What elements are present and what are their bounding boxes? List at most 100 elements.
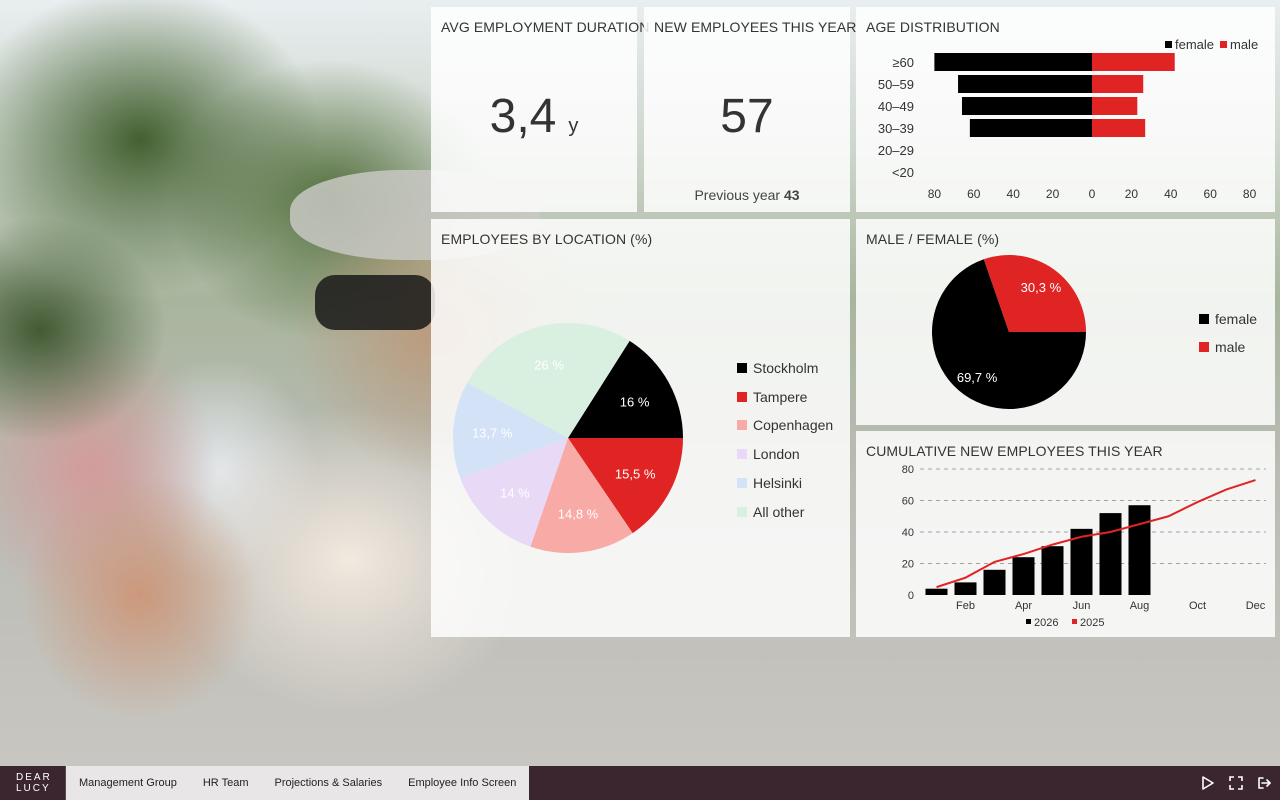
- bar-2026: [1041, 546, 1064, 595]
- legend-label: female: [1215, 311, 1258, 327]
- pie-slice-label: 69,7 %: [957, 370, 998, 385]
- bar-2026: [983, 569, 1006, 595]
- legend-label: Stockholm: [753, 360, 819, 376]
- bar-2026: [954, 582, 977, 595]
- kpi-number: 3,4: [489, 90, 557, 143]
- kpi-unit: y: [568, 115, 579, 137]
- cumulative-new-employees-panel: CUMULATIVE NEW EMPLOYEES THIS YEAR 0 20 40…: [856, 431, 1275, 637]
- y-axis-tick-label: 0: [908, 590, 914, 602]
- previous-year-value: 43: [783, 187, 800, 203]
- age-axis-tick-label: 80: [928, 187, 942, 201]
- bottom-navigation-bar: DEAR LUCY Management Group HR Team Proje…: [0, 766, 1280, 800]
- legend-swatch-male: [1220, 41, 1227, 48]
- legend-label-2025: 2025: [1080, 617, 1104, 629]
- cumulative-chart: 0 20 40 60 80 Feb Apr Jun Aug Oct Dec 2026 2025: [902, 464, 1266, 629]
- male-bar: [1092, 119, 1146, 137]
- y-axis-tick-label: 40: [902, 527, 914, 539]
- x-axis-tick-label: Apr: [1015, 600, 1032, 612]
- exit-icon[interactable]: [1256, 775, 1272, 791]
- tab-projections-salaries[interactable]: Projections & Salaries: [262, 766, 396, 800]
- female-bar: [961, 97, 1092, 115]
- pie-slice-label: 15,5 %: [615, 467, 656, 482]
- male-female-panel: MALE / FEMALE (%) 69,7 % 30,3 % female mal…: [856, 219, 1275, 425]
- kpi-value: 57: [644, 89, 850, 144]
- legend-swatch-female: [1165, 41, 1172, 48]
- legend-label: All other: [753, 503, 805, 520]
- female-bar: [969, 119, 1092, 137]
- legend-item: Tampere: [737, 389, 807, 405]
- legend-item: male: [1199, 339, 1245, 355]
- age-distribution-chart: ≥60 50–59 40–49 30–39 20–29 <20 80 60 40 20 0 20 40 6…: [878, 37, 1258, 201]
- y-axis-tick-label: 80: [902, 464, 914, 476]
- playback-controls: [1200, 766, 1280, 800]
- kpi-value: 3,4 y: [431, 89, 637, 144]
- x-axis-tick-label: Jun: [1073, 600, 1091, 612]
- age-axis-tick-label: 40: [1007, 187, 1021, 201]
- new-employees-panel: NEW EMPLOYEES THIS YEAR 57 Previous year…: [644, 7, 856, 212]
- x-axis-tick-label: Dec: [1246, 600, 1266, 612]
- pie-slice-label: 30,3 %: [1021, 280, 1062, 295]
- bar-2026: [1099, 513, 1122, 595]
- legend-label: London: [753, 446, 800, 463]
- legend-label: Tampere: [753, 388, 808, 405]
- legend-swatch: [1199, 314, 1209, 324]
- screen-tabs: Management Group HR Team Projections & S…: [66, 766, 530, 800]
- y-axis-tick-label: 20: [902, 559, 914, 571]
- age-category-label: <20: [892, 165, 914, 180]
- age-axis-tick-label: 0: [1089, 187, 1096, 201]
- avg-employment-duration-panel: AVG EMPLOYMENT DURATION 3,4 y: [431, 7, 649, 212]
- previous-year-label: Previous year: [694, 187, 781, 203]
- legend-swatch-2026: [1026, 619, 1031, 624]
- age-category-label: 50–59: [878, 77, 914, 92]
- age-axis-tick-label: 80: [1243, 187, 1257, 201]
- legend-label-2026: 2026: [1034, 617, 1058, 629]
- age-axis-tick-label: 60: [967, 187, 981, 201]
- tab-hr-team[interactable]: HR Team: [190, 766, 262, 800]
- legend-swatch: [1199, 342, 1209, 352]
- legend-label: Helsinki: [753, 474, 803, 491]
- age-category-label: 40–49: [878, 99, 914, 114]
- legend-item: Helsinki: [737, 475, 802, 491]
- play-icon[interactable]: [1200, 775, 1216, 791]
- age-axis-tick-label: 20: [1125, 187, 1139, 201]
- age-distribution-panel: AGE DISTRIBUTION ≥60 50–59 40–49 30–39 20–29…: [856, 7, 1275, 212]
- legend-item: female: [1199, 311, 1257, 327]
- age-category-label: 20–29: [878, 143, 914, 158]
- fullscreen-icon[interactable]: [1228, 775, 1244, 791]
- legend-swatch: [737, 363, 747, 373]
- legend-item: London: [737, 446, 800, 462]
- female-bar: [934, 53, 1092, 71]
- age-axis-tick-label: 20: [1046, 187, 1060, 201]
- pie-slice-label: 16 %: [620, 394, 650, 409]
- age-axis-tick-label: 60: [1204, 187, 1218, 201]
- background-photo-detail: [20, 470, 260, 720]
- bar-2026: [1012, 557, 1035, 595]
- x-axis-tick-label: Feb: [956, 600, 975, 612]
- tab-employee-info-screen[interactable]: Employee Info Screen: [395, 766, 529, 800]
- legend-label-male: male: [1230, 37, 1258, 52]
- legend-label-female: female: [1175, 37, 1214, 52]
- legend-item: Copenhagen: [737, 417, 833, 433]
- pie-slice-label: 14,8 %: [558, 506, 599, 521]
- male-bar: [1092, 53, 1175, 71]
- legend-swatch: [737, 391, 747, 402]
- pie-slice-label: 26 %: [534, 357, 564, 372]
- dear-lucy-logo[interactable]: DEAR LUCY: [0, 766, 66, 800]
- legend-label: male: [1215, 339, 1246, 355]
- kpi-number: 57: [720, 90, 774, 143]
- legend-swatch: [737, 506, 747, 517]
- y-axis-tick-label: 60: [902, 496, 914, 508]
- age-axis-tick-label: 40: [1164, 187, 1178, 201]
- legend-item: All other: [737, 504, 804, 520]
- legend-swatch-2025: [1072, 619, 1077, 624]
- tab-management-group[interactable]: Management Group: [66, 766, 190, 800]
- x-axis-tick-label: Oct: [1189, 600, 1206, 612]
- pie-slice-label: 13,7 %: [472, 426, 513, 441]
- background-photo-detail: [315, 275, 435, 330]
- pie-slice-label: 14 %: [500, 485, 530, 500]
- legend-swatch: [737, 477, 747, 488]
- x-axis-tick-label: Aug: [1130, 600, 1150, 612]
- previous-year-text: Previous year 43: [644, 187, 850, 203]
- legend-swatch: [737, 449, 747, 460]
- age-category-label: 30–39: [878, 121, 914, 136]
